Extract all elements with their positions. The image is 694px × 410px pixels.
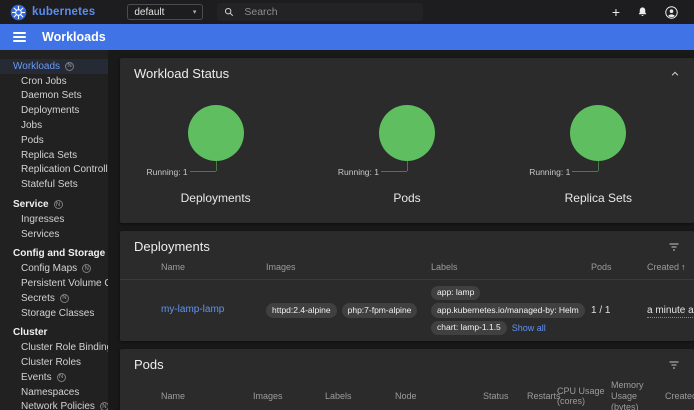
pie-title: Deployments	[120, 191, 311, 205]
workload-charts: Running: 1 Deployments Running: 1 Pods R…	[120, 83, 694, 223]
sidebar-section-cluster[interactable]: Cluster	[0, 326, 108, 341]
show-all-link[interactable]: Show all	[512, 323, 546, 333]
pie-running-slice	[188, 105, 244, 161]
filter-icon[interactable]	[668, 242, 680, 252]
sidebar-item-events[interactable]: Events N	[0, 370, 108, 385]
menu-hamburger-icon[interactable]	[13, 32, 26, 42]
pie-running-slice	[379, 105, 435, 161]
pie-title: Replica Sets	[503, 191, 694, 205]
sidebar-nav: Workloads N Cron Jobs Daemon Sets Deploy…	[0, 50, 108, 410]
image-chip: httpd:2.4-alpine	[266, 303, 337, 317]
column-header-images[interactable]: Images	[263, 256, 428, 279]
deployments-pie-chart: Running: 1 Deployments	[120, 105, 311, 213]
column-header-created[interactable]: Created↑	[644, 256, 694, 279]
namespaced-icon: N	[54, 200, 63, 209]
top-actions: +	[612, 5, 694, 19]
sidebar-item-persistent-volume-claims[interactable]: Persistent Volume Claims N	[0, 276, 108, 291]
namespace-value: default	[134, 7, 164, 18]
workload-status-card: Workload Status Running: 1 Deployments	[120, 58, 694, 223]
sidebar-item-cluster-role-bindings[interactable]: Cluster Role Bindings	[0, 340, 108, 355]
pods-title: Pods	[134, 357, 164, 372]
label-chip: chart: lamp-1.1.5	[431, 321, 507, 335]
workload-status-title: Workload Status	[134, 66, 229, 81]
pie-legend: Running: 1	[147, 167, 188, 177]
column-header-restarts[interactable]: Restarts	[524, 385, 554, 408]
deployment-name-link[interactable]: my-lamp-lamp	[161, 304, 224, 315]
column-header-node[interactable]: Node	[392, 385, 480, 408]
pie-legend: Running: 1	[529, 167, 570, 177]
sidebar-item-secrets[interactable]: Secrets N	[0, 291, 108, 306]
namespaced-icon: N	[82, 264, 91, 273]
sidebar-item-deployments[interactable]: Deployments	[0, 103, 108, 118]
search-bar[interactable]	[217, 3, 423, 21]
search-icon	[224, 7, 234, 17]
top-app-bar: kubernetes default ▾ +	[0, 0, 694, 24]
page-title: Workloads	[42, 30, 106, 44]
kubernetes-logo-icon	[10, 4, 27, 21]
sidebar-item-replica-sets[interactable]: Replica Sets	[0, 148, 108, 163]
app-bar: Workloads	[0, 24, 694, 50]
sidebar-item-workloads[interactable]: Workloads N	[0, 59, 108, 74]
pods-ready-count: 1 / 1	[588, 305, 644, 316]
pods-pie-chart: Running: 1 Pods	[311, 105, 502, 213]
label-chip: app: lamp	[431, 286, 480, 300]
sort-ascending-icon: ↑	[681, 262, 686, 272]
image-chip: php:7-fpm-alpine	[342, 303, 418, 317]
column-header-images[interactable]: Images	[250, 385, 322, 408]
filter-icon[interactable]	[668, 360, 680, 370]
chevron-down-icon: ▾	[193, 8, 197, 16]
sidebar-item-services[interactable]: Services	[0, 227, 108, 242]
account-user-icon[interactable]	[665, 6, 678, 19]
sidebar-item-pods[interactable]: Pods	[0, 133, 108, 148]
deployments-card: Deployments Name Images Labels Pods Crea…	[120, 231, 694, 341]
main-content: Workload Status Running: 1 Deployments	[108, 50, 694, 410]
deployment-table-row: my-lamp-lamp httpd:2.4-alpine php:7-fpm-…	[120, 280, 694, 341]
label-chip: app.kubernetes.io/managed-by: Helm	[431, 303, 585, 317]
brand: kubernetes	[10, 4, 95, 21]
pie-running-slice	[570, 105, 626, 161]
namespaced-icon: N	[57, 373, 66, 382]
search-input[interactable]	[244, 6, 404, 18]
column-header-created[interactable]: Created↑	[662, 385, 694, 408]
namespaced-icon: N	[65, 62, 74, 71]
collapse-chevron-up-icon[interactable]	[670, 69, 680, 79]
create-resource-button[interactable]: +	[612, 5, 620, 19]
sidebar-item-replication-controllers[interactable]: Replication Controllers	[0, 163, 108, 178]
sidebar-item-stateful-sets[interactable]: Stateful Sets	[0, 177, 108, 192]
namespace-select[interactable]: default ▾	[127, 4, 203, 20]
pods-table-header: Name Images Labels Node Status Restarts …	[120, 374, 694, 410]
pie-legend: Running: 1	[338, 167, 379, 177]
deployments-table-header: Name Images Labels Pods Created↑	[120, 256, 694, 280]
column-header-status[interactable]: Status	[480, 385, 524, 408]
sidebar-item-jobs[interactable]: Jobs	[0, 118, 108, 133]
sidebar-item-ingresses[interactable]: Ingresses	[0, 212, 108, 227]
sidebar-item-config-maps[interactable]: Config Maps N	[0, 261, 108, 276]
column-header-name[interactable]: Name	[158, 385, 250, 408]
brand-name: kubernetes	[32, 6, 95, 18]
column-header-pods[interactable]: Pods	[588, 256, 644, 279]
sidebar-item-cron-jobs[interactable]: Cron Jobs	[0, 74, 108, 89]
sidebar-item-cluster-roles[interactable]: Cluster Roles	[0, 355, 108, 370]
sidebar-item-storage-classes[interactable]: Storage Classes	[0, 306, 108, 321]
column-header-memory-usage[interactable]: Memory Usage (bytes)	[608, 374, 662, 410]
column-header-cpu-usage[interactable]: CPU Usage (cores)	[554, 380, 608, 410]
namespaced-icon: N	[100, 402, 108, 410]
created-timestamp: a minute ago	[647, 305, 694, 318]
sidebar-section-service[interactable]: Service N	[0, 197, 108, 212]
pie-title: Pods	[311, 191, 502, 205]
sidebar-item-daemon-sets[interactable]: Daemon Sets	[0, 89, 108, 104]
notifications-bell-icon[interactable]	[637, 6, 648, 18]
column-header-name[interactable]: Name	[158, 256, 263, 279]
namespaced-icon: N	[60, 294, 69, 303]
replica-sets-pie-chart: Running: 1 Replica Sets	[503, 105, 694, 213]
sidebar-item-network-policies[interactable]: Network Policies N	[0, 400, 108, 410]
column-header-labels[interactable]: Labels	[428, 256, 588, 279]
sidebar-item-namespaces[interactable]: Namespaces	[0, 385, 108, 400]
sidebar-section-config-and-storage[interactable]: Config and Storage	[0, 247, 108, 262]
deployments-title: Deployments	[134, 239, 210, 254]
column-header-labels[interactable]: Labels	[322, 385, 392, 408]
pods-card: Pods Name Images Labels Node Status Rest…	[120, 349, 694, 410]
